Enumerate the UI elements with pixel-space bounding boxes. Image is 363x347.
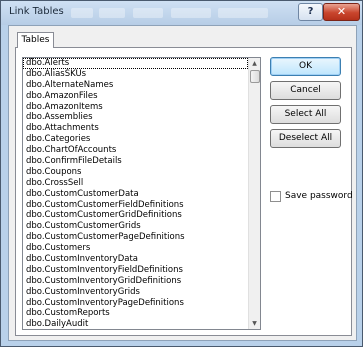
select-all-button[interactable]: Select All	[270, 105, 341, 124]
table-list-item[interactable]: dbo.CustomInventoryGrids	[23, 287, 248, 298]
scroll-up-icon[interactable]: ▲	[249, 58, 260, 69]
table-list-item[interactable]: dbo.Assemblies	[23, 112, 248, 123]
table-list-item[interactable]: dbo.AmazonItems	[23, 102, 248, 113]
background-tab-ghost	[133, 8, 163, 18]
table-list-item[interactable]: dbo.Alerts	[23, 58, 248, 69]
background-tab-ghost	[71, 8, 93, 18]
table-list-item[interactable]: dbo.CrossSell	[23, 178, 248, 189]
close-button[interactable]: ✕	[323, 3, 360, 21]
table-list-item[interactable]: dbo.AmazonFiles	[23, 91, 248, 102]
deselect-all-button[interactable]: Deselect All	[270, 129, 341, 148]
background-tab-ghost	[218, 8, 268, 18]
scrollbar-thumb[interactable]	[250, 70, 260, 83]
background-tab-ghost	[99, 8, 125, 18]
dialog-body: Tables dbo.Alerts dbo.AliasSKUs dbo.Altern…	[8, 25, 357, 341]
table-list-item[interactable]: dbo.CustomCustomerData	[23, 189, 248, 200]
table-list-item[interactable]: dbo.AlternateNames	[23, 80, 248, 91]
table-list-item[interactable]: dbo.Customers	[23, 243, 248, 254]
tables-list: dbo.Alerts dbo.AliasSKUs dbo.AlternateName…	[23, 58, 248, 329]
save-password-label: Save password	[285, 191, 353, 201]
title-bar[interactable]: Link Tables ? ✕	[1, 1, 362, 25]
table-list-item[interactable]: dbo.CustomInventoryData	[23, 254, 248, 265]
table-list-item[interactable]: dbo.Categories	[23, 134, 248, 145]
table-list-item[interactable]: dbo.ConfirmFileDetails	[23, 156, 248, 167]
help-button[interactable]: ?	[298, 3, 323, 21]
table-list-item[interactable]: dbo.DailyAudit	[23, 319, 248, 329]
table-list-item[interactable]: dbo.Attachments	[23, 123, 248, 134]
table-list-item[interactable]: dbo.ChartOfAccounts	[23, 145, 248, 156]
table-list-item[interactable]: dbo.CustomCustomerFieldDefinitions	[23, 200, 248, 211]
save-password-checkbox-box[interactable]	[270, 191, 281, 202]
ok-button[interactable]: OK	[270, 57, 341, 76]
table-list-item[interactable]: dbo.CustomCustomerGridDefinitions	[23, 210, 248, 221]
dialog-title: Link Tables	[9, 6, 64, 17]
table-list-item[interactable]: dbo.CustomInventoryGridDefinitions	[23, 276, 248, 287]
table-list-item[interactable]: dbo.CustomReports	[23, 308, 248, 319]
scroll-down-icon[interactable]: ▼	[249, 318, 260, 329]
link-tables-dialog: Link Tables ? ✕ Tables dbo.Alerts dbo.Ali…	[0, 0, 363, 347]
table-list-item[interactable]: dbo.AliasSKUs	[23, 69, 248, 80]
table-list-item[interactable]: dbo.CustomInventoryPageDefinitions	[23, 298, 248, 309]
background-tab-ghost	[171, 8, 211, 18]
tables-listbox[interactable]: dbo.Alerts dbo.AliasSKUs dbo.AlternateName…	[22, 57, 261, 330]
table-list-item[interactable]: dbo.Coupons	[23, 167, 248, 178]
table-list-item[interactable]: dbo.CustomCustomerGrids	[23, 221, 248, 232]
tables-tab-panel: dbo.Alerts dbo.AliasSKUs dbo.AlternateName…	[15, 47, 353, 336]
cancel-button[interactable]: Cancel	[270, 81, 341, 100]
tab-tables[interactable]: Tables	[17, 32, 54, 48]
table-list-item[interactable]: dbo.CustomInventoryFieldDefinitions	[23, 265, 248, 276]
table-list-item[interactable]: dbo.CustomCustomerPageDefinitions	[23, 232, 248, 243]
vertical-scrollbar[interactable]: ▲ ▼	[248, 58, 260, 329]
